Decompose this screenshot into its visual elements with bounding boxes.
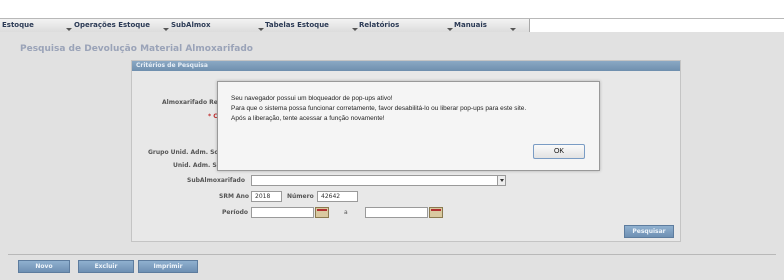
chevron-down-icon (352, 28, 358, 31)
menu-tabelas-estoque[interactable]: Tabelas Estoque (265, 21, 329, 29)
chevron-down-icon (66, 28, 72, 31)
calendar-icon[interactable] (429, 207, 443, 218)
browser-top-area (0, 0, 784, 18)
menu-operacoes-estoque[interactable]: Operações Estoque (74, 21, 150, 29)
numero-value: 42642 (321, 193, 341, 200)
dialog-message-line-1: Seu navegador possui um bloqueador de po… (231, 95, 393, 102)
numero-input[interactable]: 42642 (317, 191, 358, 202)
menu-manuais[interactable]: Manuais (454, 21, 487, 29)
srm-ano-value: 2018 (255, 193, 271, 200)
srm-ano-label: SRM Ano (219, 193, 250, 200)
grupo-unid-label: Grupo Unid. Adm. Sc (148, 149, 218, 156)
almoxarifado-label: Almoxarifado Re (162, 99, 218, 106)
menu-relatorios[interactable]: Relatórios (359, 21, 399, 29)
periodo-separator: a (344, 209, 348, 216)
novo-button[interactable]: Novo (18, 260, 70, 273)
chevron-down-icon (447, 28, 453, 31)
panel-header-title: Critérios de Pesquisa (136, 62, 208, 69)
menu-estoque[interactable]: Estoque (2, 21, 34, 29)
periodo-start-input[interactable] (251, 207, 314, 218)
chevron-down-icon (258, 28, 264, 31)
imprimir-button[interactable]: Imprimir (138, 260, 198, 273)
excluir-button[interactable]: Excluir (78, 260, 134, 273)
srm-ano-input[interactable]: 2018 (251, 191, 282, 202)
subalmoxarifado-select[interactable] (251, 175, 506, 186)
unid-adm-label: Unid. Adm. Sc (173, 162, 221, 169)
chevron-down-icon (163, 28, 169, 31)
ok-button[interactable]: OK (533, 144, 585, 159)
panel-header: Critérios de Pesquisa (132, 61, 680, 71)
menu-subalmox[interactable]: SubAlmox (171, 21, 210, 29)
numero-label: Número (287, 193, 314, 200)
popup-blocker-alert-dialog: Seu navegador possui um bloqueador de po… (217, 81, 600, 171)
periodo-end-input[interactable] (365, 207, 428, 218)
dialog-message-line-2: Para que o sistema possa funcionar corre… (231, 105, 527, 112)
dialog-message-line-3: Após a liberação, tente acessar a função… (231, 115, 385, 122)
calendar-icon[interactable] (315, 207, 329, 218)
divider (8, 254, 776, 255)
page-title: Pesquisa de Devolução Material Almoxarif… (20, 44, 253, 54)
pesquisar-button[interactable]: Pesquisar (624, 225, 674, 238)
chevron-down-icon (510, 28, 516, 31)
subalmoxarifado-label: SubAlmoxarifado (187, 177, 245, 184)
chevron-down-icon[interactable] (497, 176, 505, 185)
main-menu-bar: Estoque Operações Estoque SubAlmox Tabel… (0, 18, 784, 33)
periodo-label: Período (222, 209, 249, 216)
menu-bar-filler (529, 19, 784, 32)
